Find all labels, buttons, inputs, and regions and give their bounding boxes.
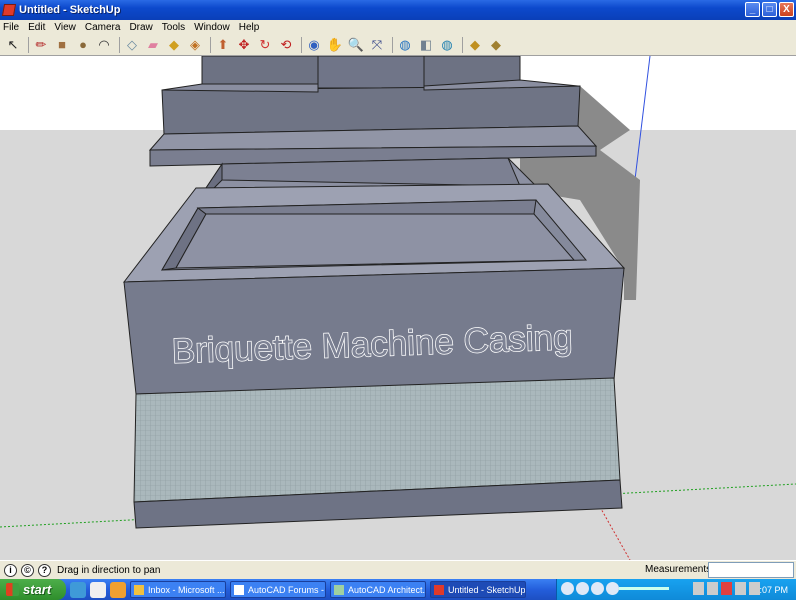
move-tool-icon[interactable]: ✥ (235, 36, 253, 54)
taskbar-item[interactable]: Inbox - Microsoft ... (130, 581, 226, 598)
tray-icons[interactable] (693, 582, 760, 595)
task-app-icon (134, 584, 144, 595)
task-app-icon (234, 584, 244, 595)
toolbar-separator (392, 36, 393, 53)
start-button[interactable]: start (0, 579, 66, 600)
taskbar-item-label: Untitled - SketchUp (448, 584, 526, 595)
follow-me-icon[interactable]: ⟲ (277, 36, 295, 54)
toolbar-separator (301, 36, 302, 53)
close-button[interactable]: X (779, 2, 794, 17)
menu-tools[interactable]: Tools (162, 22, 185, 33)
maximize-button[interactable]: □ (762, 2, 777, 17)
drawing-viewport[interactable]: Briquette Machine Casing (0, 56, 796, 560)
menu-help[interactable]: Help (239, 22, 260, 33)
circle-tool-icon[interactable]: ● (74, 36, 92, 54)
share-components-icon[interactable]: ◆ (487, 36, 505, 54)
toolbar-separator (210, 36, 211, 53)
pan-tool-icon[interactable]: ✋ (326, 36, 344, 54)
line-tool-icon[interactable]: ✏ (32, 36, 50, 54)
status-bar: i © ? Drag in direction to pan Measureme… (0, 560, 796, 579)
taskbar-item-label: AutoCAD Architect... (348, 584, 426, 595)
help-icon[interactable]: ? (38, 563, 51, 577)
task-app-icon (334, 584, 344, 595)
credits-icon[interactable]: © (21, 563, 34, 577)
start-label: start (23, 582, 52, 597)
casing-tray-floor (175, 213, 576, 269)
tape-measure-icon[interactable]: ◆ (165, 36, 183, 54)
get-models-icon[interactable]: ◍ (396, 36, 414, 54)
zoom-tool-icon[interactable]: 🔍 (347, 36, 365, 54)
top-block-front (201, 56, 319, 89)
quicklaunch-desktop-icon[interactable] (90, 581, 106, 598)
menu-view[interactable]: View (54, 22, 76, 33)
menu-window[interactable]: Window (194, 22, 230, 33)
windows-taskbar: start Inbox - Microsoft ... AutoCAD Forum… (0, 579, 796, 600)
quicklaunch-browser-icon[interactable] (70, 581, 86, 598)
taskbar-item[interactable]: AutoCAD Architect... (330, 581, 426, 598)
menu-draw[interactable]: Draw (129, 22, 152, 33)
make-component-icon[interactable]: ◇ (123, 36, 141, 54)
share-component-icon[interactable]: ◍ (438, 36, 456, 54)
toolbar-separator (119, 36, 120, 53)
get-components-icon[interactable]: ◆ (466, 36, 484, 54)
media-controls[interactable] (561, 582, 619, 595)
eraser-tool-icon[interactable]: ▰ (144, 36, 162, 54)
orbit-tool-icon[interactable]: ◉ (305, 36, 323, 54)
zoom-extents-icon[interactable]: ⤧ (368, 36, 386, 54)
sketchup-window: Untitled - SketchUp _ □ X File Edit View Ca… (0, 0, 796, 600)
select-tool-icon[interactable]: ↖ (4, 36, 22, 54)
title-bar: Untitled - SketchUp _ □ X (0, 0, 796, 20)
menu-bar: File Edit View Camera Draw Tools Window Help (0, 20, 796, 34)
measurements-label: Measurements (645, 564, 712, 575)
minimize-button[interactable]: _ (745, 2, 760, 17)
status-hint: Drag in direction to pan (57, 564, 161, 576)
taskbar-item[interactable]: Untitled - SketchUp (430, 581, 526, 598)
rotate-tool-icon[interactable]: ↻ (256, 36, 274, 54)
window-title: Untitled - SketchUp (19, 4, 121, 16)
measurements-input[interactable] (708, 562, 794, 578)
menu-edit[interactable]: Edit (28, 22, 45, 33)
system-tray: 6:07 PM (556, 579, 796, 600)
quicklaunch-media-icon[interactable] (110, 581, 126, 598)
task-app-icon (434, 584, 444, 595)
push-pull-icon[interactable]: ⬆ (214, 36, 232, 54)
menu-file[interactable]: File (3, 22, 19, 33)
windows-flag-icon (6, 583, 19, 596)
paint-bucket-icon[interactable]: ◈ (186, 36, 204, 54)
toolbar-separator (28, 36, 29, 53)
toolbar-separator (462, 36, 463, 53)
volume-slider[interactable] (619, 587, 669, 590)
taskbar-item-label: AutoCAD Forums - ... (248, 584, 326, 595)
sketchup-app-icon (1, 4, 17, 16)
rectangle-tool-icon[interactable]: ■ (53, 36, 71, 54)
share-model-icon[interactable]: ◧ (417, 36, 435, 54)
main-toolbar: ↖ ✏ ■ ● ◠ ◇ ▰ ◆ ◈ ⬆ ✥ ↻ ⟲ ◉ ✋ 🔍 ⤧ ◍ ◧ ◍ ◆ ◆ (0, 34, 796, 56)
top-block-middle (317, 56, 425, 89)
info-icon[interactable]: i (4, 563, 17, 577)
taskbar-item[interactable]: AutoCAD Forums - ... (230, 581, 326, 598)
taskbar-item-label: Inbox - Microsoft ... (148, 584, 225, 595)
arc-tool-icon[interactable]: ◠ (95, 36, 113, 54)
menu-camera[interactable]: Camera (85, 22, 121, 33)
